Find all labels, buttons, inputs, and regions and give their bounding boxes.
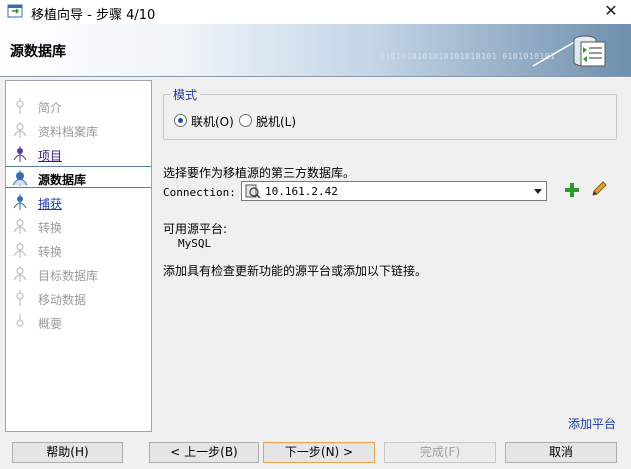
nav-step-label: 转换 — [38, 245, 63, 259]
nav-step-source-database[interactable]: 源数据库 — [6, 166, 151, 188]
edit-connection-pencil-icon[interactable] — [590, 180, 608, 198]
nav-step-label: 项目 — [38, 149, 63, 163]
nav-step-move-data[interactable]: 移动数据 — [6, 287, 151, 309]
mode-group: 模式 联机(O) 脱机(L) — [163, 86, 617, 140]
title-bar: 移植向导 - 步骤 4/10 ✕ — [0, 0, 631, 24]
platform-help-text: 添加具有检查更新功能的源平台或添加以下链接。 — [163, 264, 428, 278]
online-radio-label: 联机(O) — [191, 115, 234, 129]
nav-step-capture[interactable]: 捕获 — [6, 191, 151, 213]
nav-step-label: 资料档案库 — [38, 125, 99, 139]
nav-step-label: 捕获 — [38, 197, 63, 211]
connection-prompt: 选择要作为移植源的第三方数据库。 — [163, 166, 356, 180]
wizard-steps-nav: 简介 资料档案库 项目 源数据库 捕获 转换 转换 目标数据库 移动数据 概要 — [5, 80, 152, 432]
page-title: 源数据库 — [10, 44, 66, 60]
banner-divider — [0, 76, 631, 77]
nav-step-project[interactable]: 项目 — [6, 143, 151, 165]
nav-step-repository[interactable]: 资料档案库 — [6, 119, 151, 141]
window-title: 移植向导 - 步骤 4/10 — [31, 8, 156, 23]
nav-step-convert-2[interactable]: 转换 — [6, 239, 151, 261]
close-button[interactable]: ✕ — [591, 0, 631, 24]
add-platform-link[interactable]: 添加平台 — [568, 415, 616, 432]
step-node-icon — [13, 266, 27, 282]
nav-step-convert-1[interactable]: 转换 — [6, 215, 151, 237]
next-button[interactable]: 下一步(N) > — [263, 442, 375, 463]
step-node-icon — [16, 290, 24, 306]
help-button[interactable]: 帮助(H) — [12, 442, 123, 463]
connection-icon — [245, 184, 261, 198]
add-connection-button[interactable] — [563, 181, 581, 199]
header-banner: 源数据库 0101010101010101010101 0101010101 — [0, 24, 631, 76]
connection-label: Connection: — [163, 186, 236, 199]
nav-step-label: 移动数据 — [38, 293, 87, 307]
nav-step-label: 概要 — [38, 317, 63, 331]
nav-step-intro[interactable]: 简介 — [6, 95, 151, 117]
step-node-current-icon — [12, 170, 28, 186]
available-platforms-label: 可用源平台: — [163, 222, 228, 236]
radio-indicator — [174, 114, 187, 127]
nav-step-label: 源数据库 — [38, 173, 87, 187]
finish-button[interactable]: 完成(F) — [384, 442, 496, 463]
step-node-icon — [13, 122, 27, 138]
nav-step-label: 简介 — [38, 101, 63, 115]
connection-select[interactable]: 10.161.2.42 — [241, 181, 547, 201]
wizard-content: 模式 联机(O) 脱机(L) 选择要作为移植源的第三方数据库。 Connecti… — [152, 80, 626, 432]
step-node-icon — [16, 314, 24, 327]
step-node-icon — [13, 194, 27, 210]
back-button[interactable]: < 上一步(B) — [149, 442, 259, 463]
database-migration-icon — [533, 35, 606, 67]
platform-value: MySQL — [178, 237, 212, 250]
radio-indicator — [239, 114, 252, 127]
mode-group-legend: 模式 — [170, 86, 201, 103]
nav-step-label: 目标数据库 — [38, 269, 99, 283]
step-node-icon — [13, 242, 27, 258]
connection-value: 10.161.2.42 — [265, 185, 338, 198]
cancel-button[interactable]: 取消 — [505, 442, 617, 463]
offline-radio-label: 脱机(L) — [256, 115, 297, 129]
nav-step-summary[interactable]: 概要 — [6, 311, 151, 333]
nav-step-label: 转换 — [38, 221, 63, 235]
app-icon — [7, 4, 23, 18]
banner-binary-decoration: 0101010101010101010101 0101010101 — [380, 52, 556, 61]
step-node-icon — [13, 218, 27, 234]
step-node-icon — [16, 98, 24, 114]
chevron-down-icon[interactable] — [534, 189, 542, 194]
step-node-icon — [13, 146, 27, 162]
nav-step-target-database[interactable]: 目标数据库 — [6, 263, 151, 285]
